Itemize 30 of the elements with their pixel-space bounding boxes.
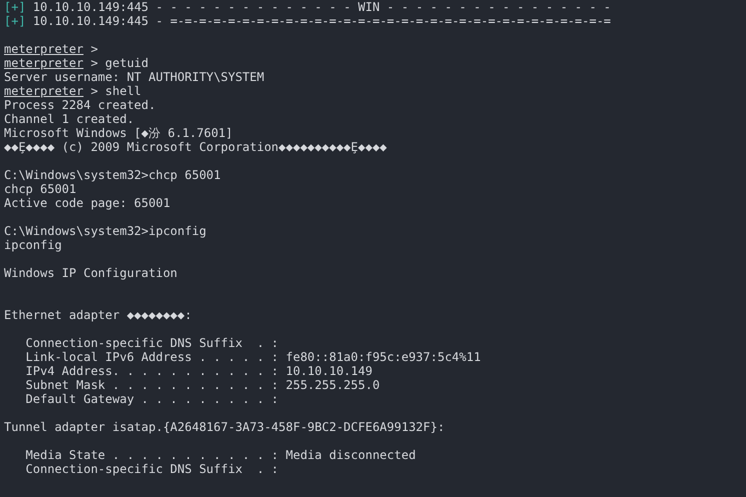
terminal-output-line: Connection-specific DNS Suffix . : [24,336,279,350]
terminal-output-line: Windows IP Configuration [4,266,178,280]
terminal-output-line: IPv4 Address. . . . . . . . . . . : 10.10.10.149 [24,364,372,378]
terminal-output-line: Active code page: 65001 [4,196,170,210]
terminal-output-line: Server username: NT AUTHORITY\SYSTEM [4,70,264,84]
terminal-output-line: Tunnel adapter isatap.{A2648167-3A73-458F-9BC2-DCFE6A99132F}: [4,420,445,434]
terminal-output-line: chcp 65001 [4,182,76,196]
status-marker: [+] [4,0,26,14]
command-text: > shell [90,84,142,98]
status-marker: [+] [4,14,26,28]
terminal-output-line: Subnet Mask . . . . . . . . . . . : 255.255.255.0 [24,378,380,392]
command-text: > getuid [90,56,149,70]
terminal-output-line: 10.10.10.149:445 - - - - - - - - - - - - - - WIN - - - - - - - - - - - - - - - - [32,0,611,14]
terminal-output-line: Media State . . . . . . . . . . . : Media disconnected [24,448,416,462]
terminal-output-line: Channel 1 created. [4,112,134,126]
terminal-output-line: 10.10.10.149:445 - =-=-=-=-=-=-=-=-=-=-=-=-=-=-=-=-=-=-=-=-=-=-=-=-=-=-=-=-=-=-= [32,14,611,28]
terminal-output-line: Default Gateway . . . . . . . . . : [24,392,279,406]
terminal-output-line: Link-local IPv6 Address . . . . . : fe80::81a0:f95c:e937:5c4%11 [24,350,481,364]
terminal-output-line: Process 2284 created. [4,98,156,112]
prompt-label: meterpreter [4,56,84,70]
terminal-output-line: ◆◆Ȩ◆◆◆◆ (c) 2009 Microsoft Corporation◆◆◆◆◆◆◆◆◆◆Ȩ◆◆◆◆ [4,140,387,154]
prompt-label: meterpreter [4,84,84,98]
terminal-output-line: C:\Windows\system32>chcp 65001 [4,168,221,182]
command-text: > [90,42,98,56]
terminal-output-line: Microsoft Windows [◆汾 6.1.7601] [4,126,233,140]
terminal-output-line: ipconfig [4,238,62,252]
prompt-label: meterpreter [4,42,84,56]
terminal-output-line: Ethernet adapter ◆◆◆◆◆◆◆◆: [4,308,192,322]
terminal-output-line: C:\Windows\system32>ipconfig [4,224,206,238]
terminal-output-line: Connection-specific DNS Suffix . : [24,462,279,476]
